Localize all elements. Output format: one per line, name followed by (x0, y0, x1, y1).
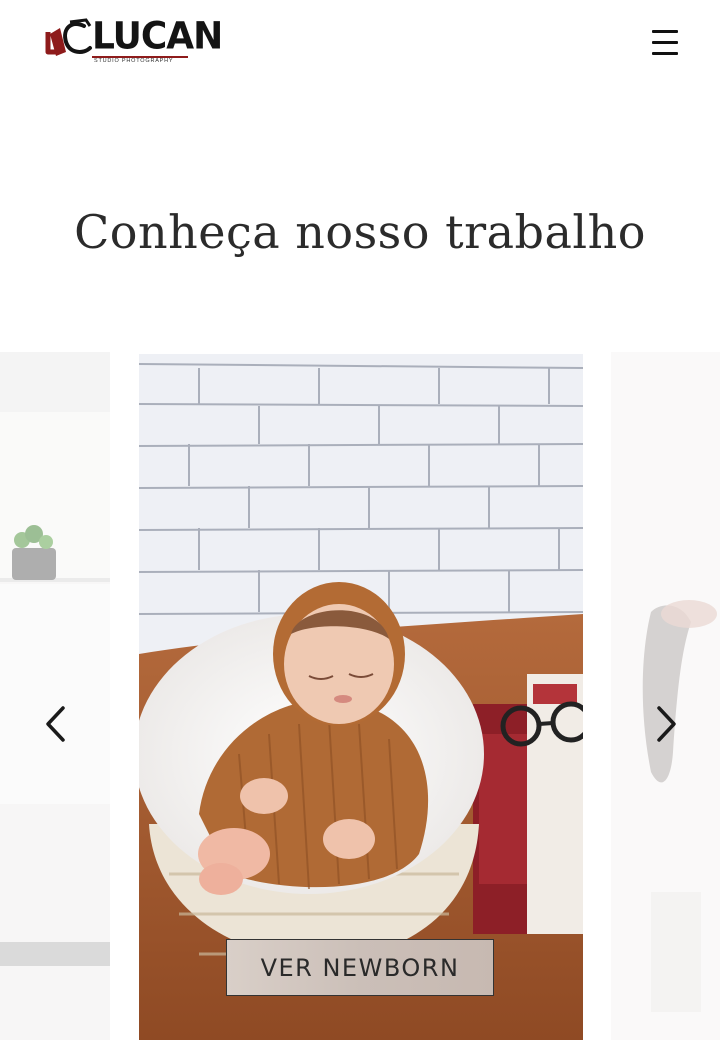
next-slide-photo (611, 352, 720, 1040)
ver-newborn-button[interactable]: VER NEWBORN (226, 939, 494, 996)
hamburger-line (652, 41, 678, 44)
site-header: LUCAN STUDIO PHOTOGRAPHY (0, 0, 720, 90)
portfolio-carousel[interactable]: VER NEWBORN (0, 352, 720, 1040)
carousel-slide-next[interactable] (611, 352, 720, 1040)
logo-wordmark: LUCAN (92, 14, 223, 59)
carousel-prev-button[interactable] (36, 702, 76, 746)
chevron-right-icon (657, 706, 676, 742)
hamburger-line (652, 52, 678, 55)
carousel-next-button[interactable] (646, 702, 686, 746)
hamburger-menu-icon[interactable] (648, 26, 682, 58)
previous-slide-photo (0, 352, 110, 1040)
logo-subtitle: STUDIO PHOTOGRAPHY (94, 58, 174, 64)
logo-mark-icon (45, 18, 92, 56)
hamburger-line (652, 30, 678, 33)
carousel-slide-previous[interactable] (0, 352, 110, 1040)
lucan-logo[interactable]: LUCAN STUDIO PHOTOGRAPHY (44, 15, 223, 68)
section-title: Conheça nosso trabalho (74, 205, 646, 259)
carousel-slide-current[interactable]: VER NEWBORN (139, 354, 583, 1040)
chevron-left-icon (46, 706, 65, 742)
newborn-photo (139, 354, 583, 1040)
